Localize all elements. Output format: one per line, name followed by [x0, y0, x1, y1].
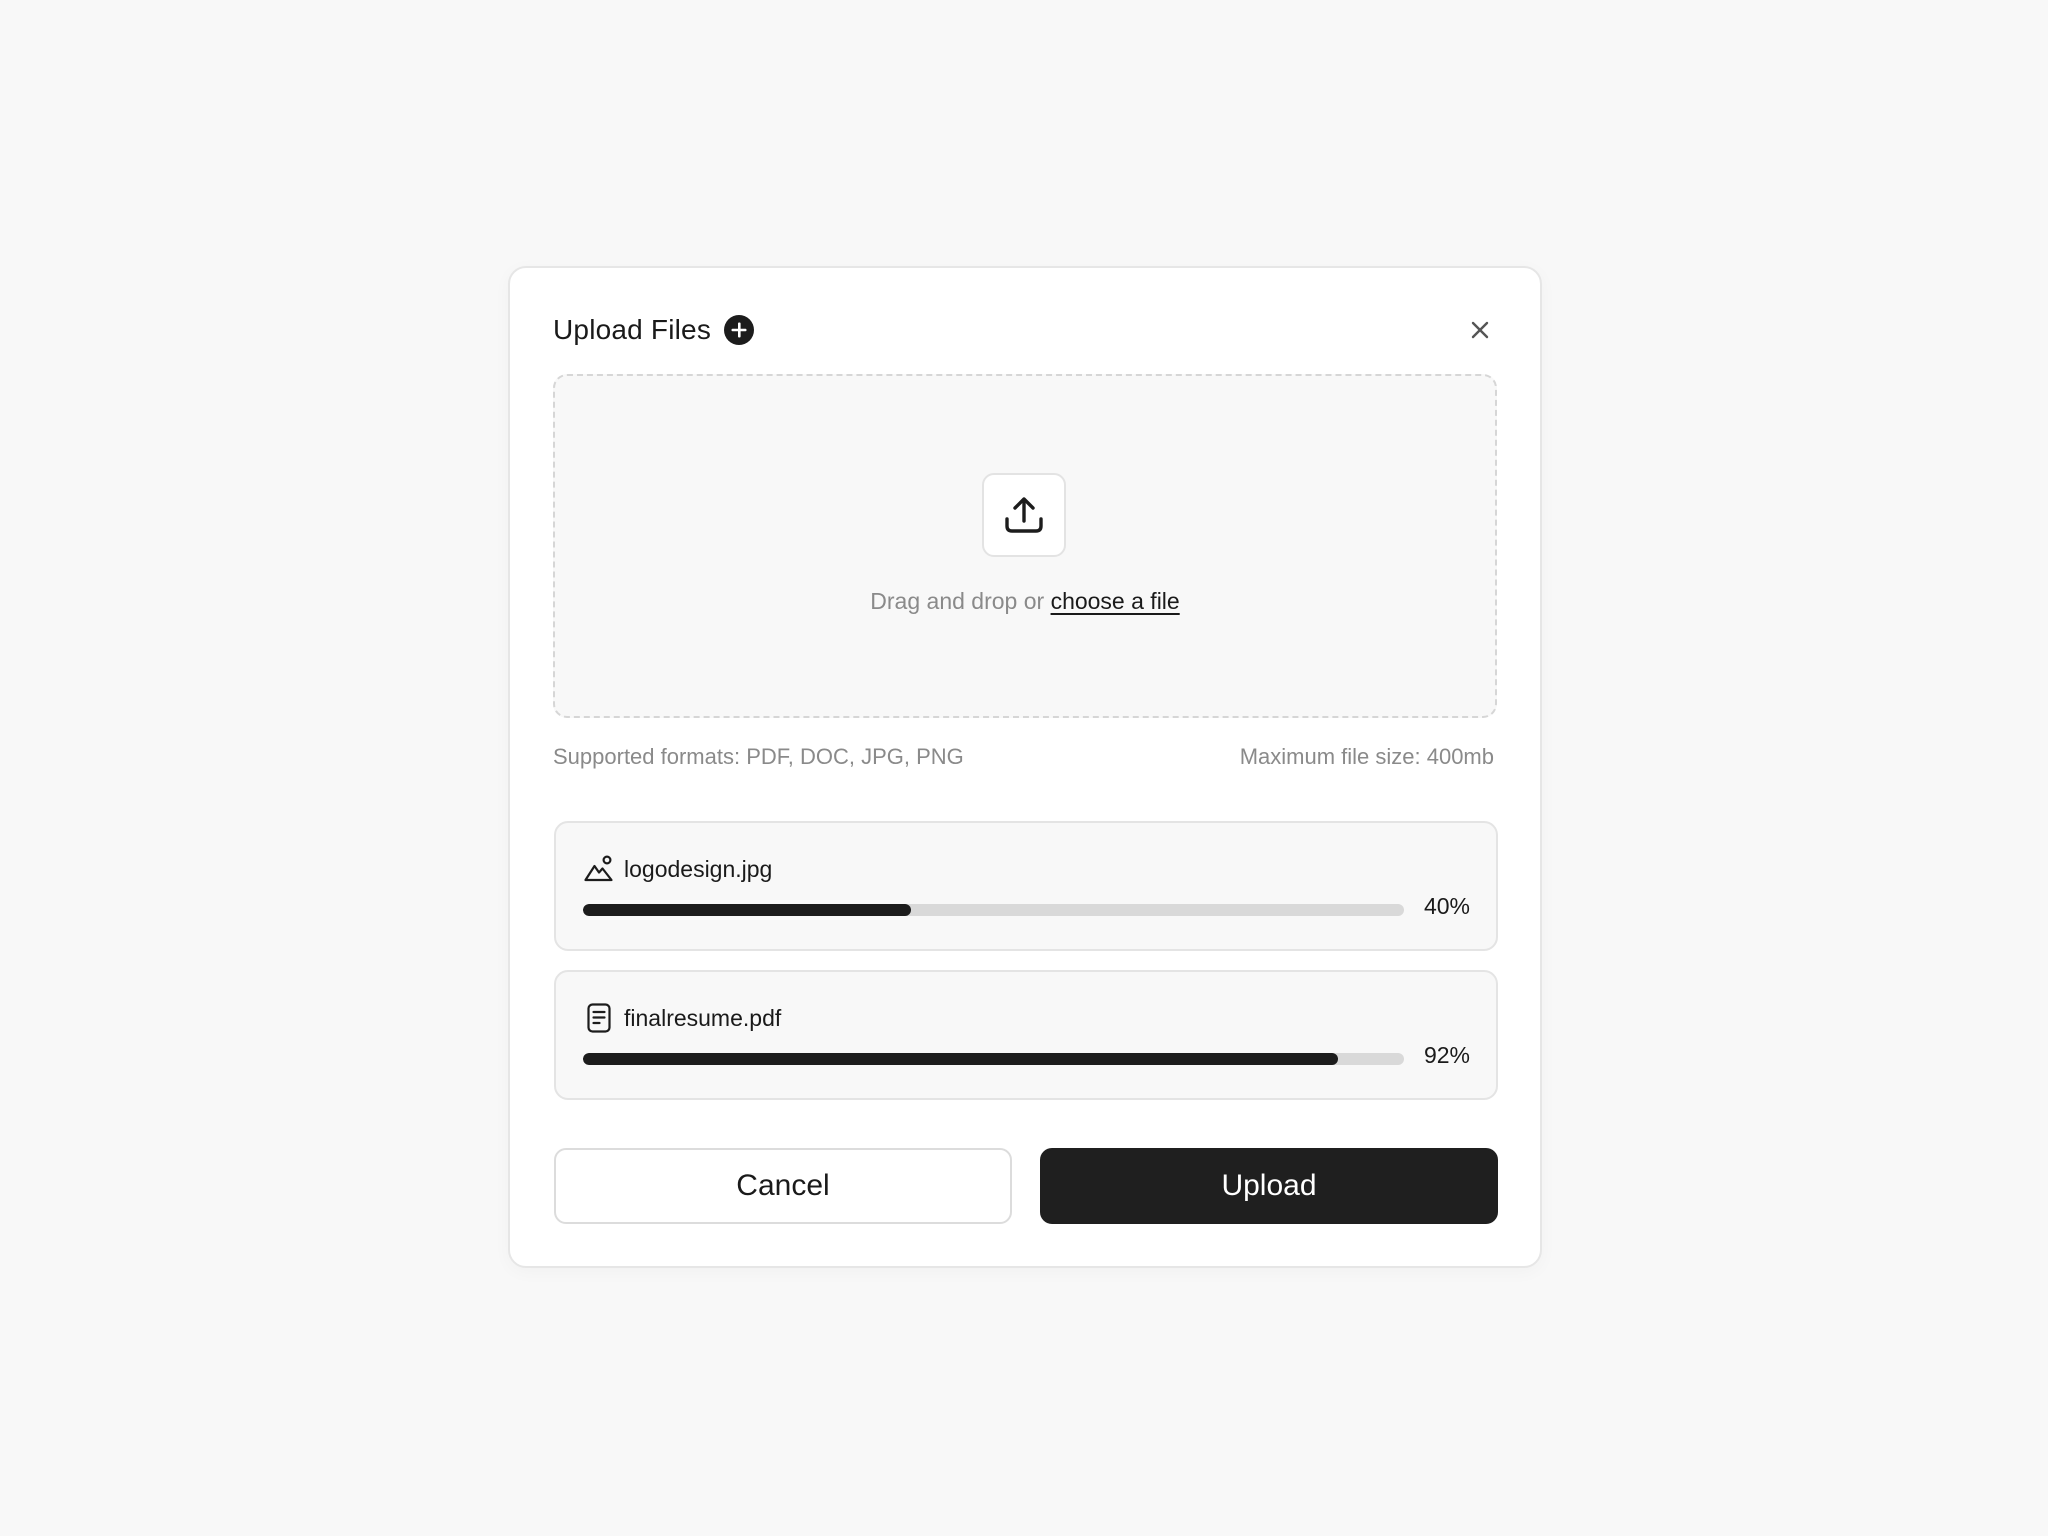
- image-file-icon: [583, 853, 615, 885]
- dialog-title: Upload Files: [553, 314, 712, 345]
- file-name-row: logodesign.jpg: [583, 853, 772, 885]
- upload-progress-bar: [583, 904, 1404, 916]
- file-upload-item: finalresume.pdf 92%: [554, 970, 1498, 1100]
- dialog-header: Upload Files: [553, 308, 1497, 352]
- file-name: logodesign.jpg: [624, 855, 773, 882]
- upload-progress-fill: [583, 1053, 1339, 1065]
- upload-progress-fill: [583, 904, 912, 916]
- file-name-row: finalresume.pdf: [583, 1002, 781, 1034]
- upload-progress-bar: [583, 1053, 1404, 1065]
- file-dropzone[interactable]: Drag and drop or choose a file: [553, 374, 1497, 718]
- max-file-size-text: Maximum file size: 400mb: [1239, 744, 1494, 769]
- upload-button[interactable]: Upload: [1040, 1148, 1498, 1224]
- cancel-button[interactable]: Cancel: [554, 1148, 1012, 1224]
- choose-file-link[interactable]: choose a file: [1051, 588, 1180, 614]
- close-icon: [1471, 321, 1489, 339]
- close-button[interactable]: [1465, 315, 1495, 345]
- upload-percent: 92%: [1423, 1042, 1470, 1068]
- plus-circle-icon[interactable]: [723, 314, 755, 346]
- upload-constraints: Supported formats: PDF, DOC, JPG, PNG Ma…: [553, 744, 1494, 770]
- upload-icon-tile: [982, 473, 1066, 557]
- file-upload-item: logodesign.jpg 40%: [554, 821, 1498, 951]
- file-name: finalresume.pdf: [624, 1004, 782, 1031]
- dropzone-prompt: Drag and drop or choose a file: [555, 588, 1495, 615]
- dropzone-prompt-text: Drag and drop or: [870, 588, 1051, 614]
- supported-formats-text: Supported formats: PDF, DOC, JPG, PNG: [553, 744, 964, 769]
- upload-percent: 40%: [1423, 893, 1470, 919]
- upload-icon: [1005, 497, 1043, 533]
- document-file-icon: [583, 1002, 615, 1034]
- upload-files-dialog: Upload Files Drag and drop or choose a f…: [508, 266, 1542, 1268]
